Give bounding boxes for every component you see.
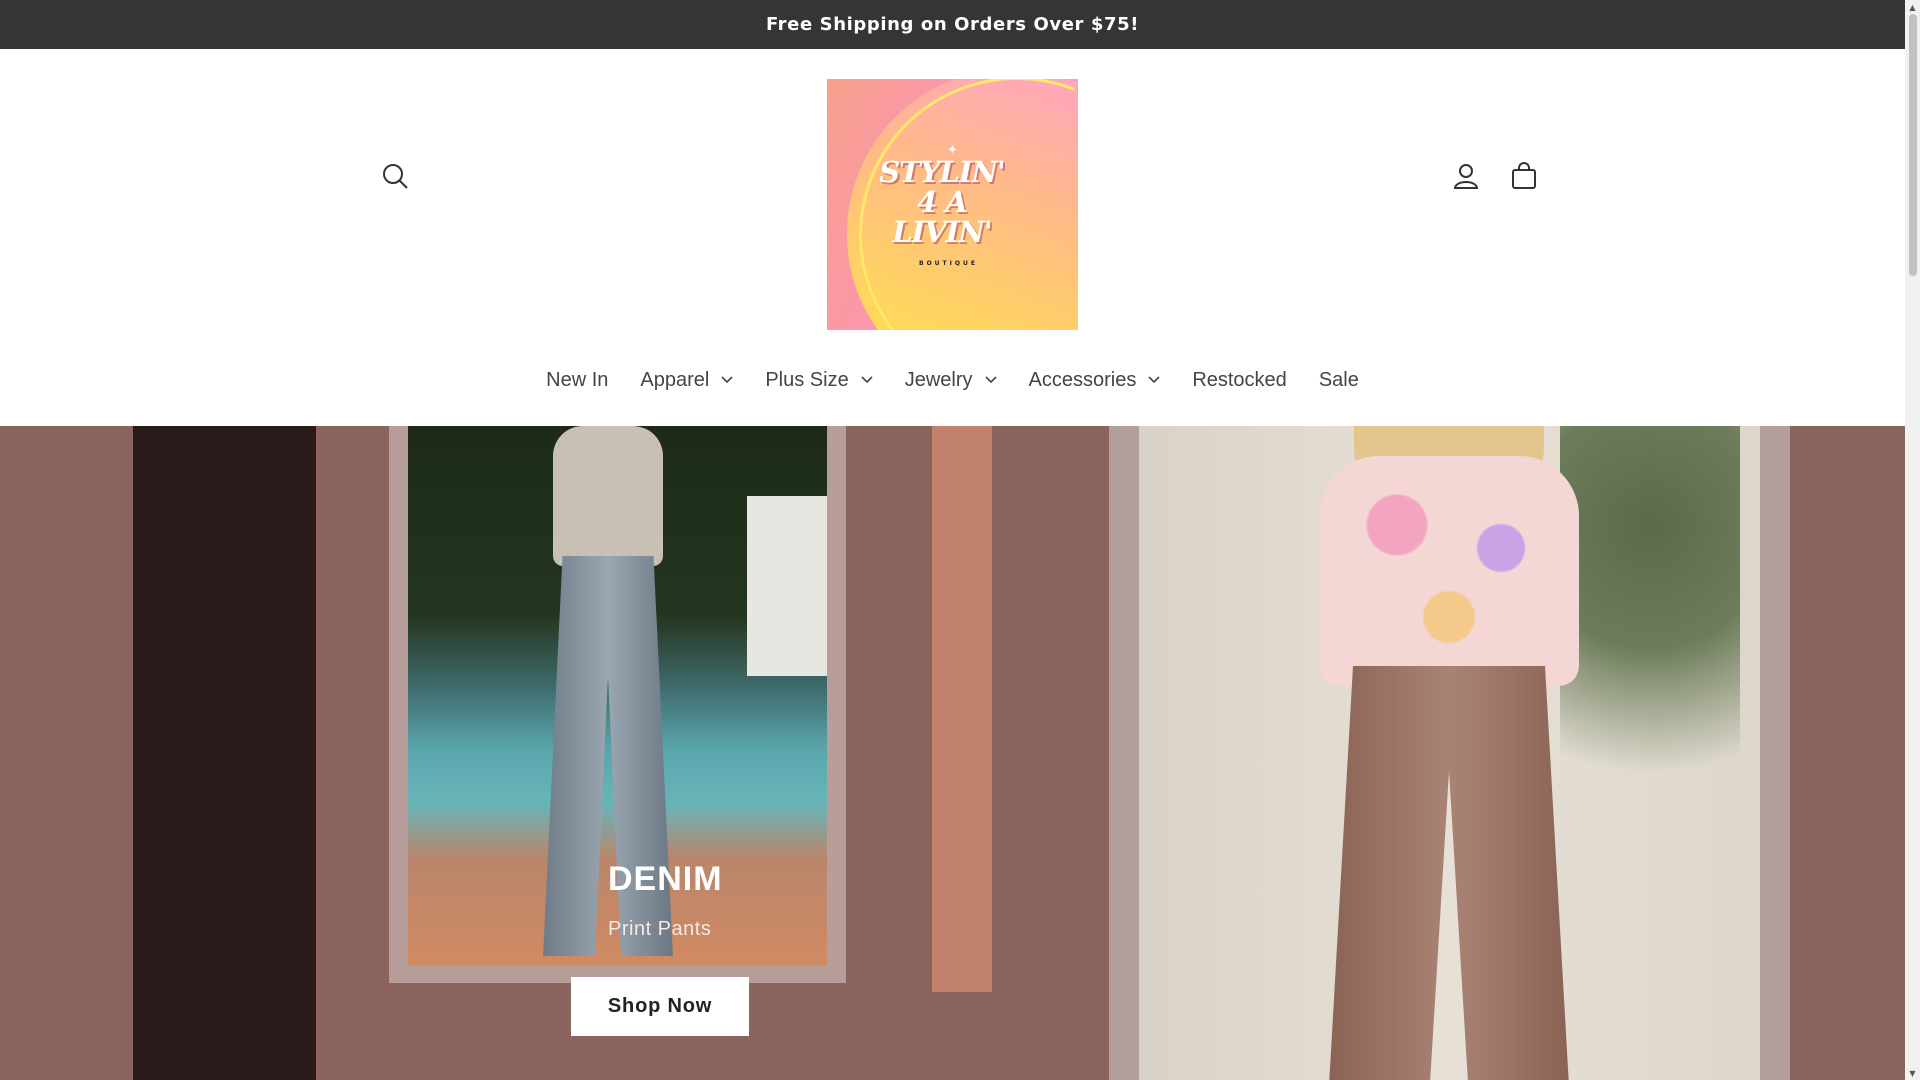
nav-item-sale[interactable]: Sale <box>1303 358 1375 402</box>
hero-subheading: Print Pants <box>608 918 712 940</box>
decorative-stripe-rose <box>932 426 992 992</box>
cart-button[interactable] <box>1502 154 1546 198</box>
logo-text: STYLIN' 4 A LIVIN' <box>879 155 1006 249</box>
hero-heading: DENIM <box>608 860 723 898</box>
scroll-up-icon[interactable]: ▲ <box>1907 2 1918 12</box>
decorative-stripe-dark <box>133 426 316 1080</box>
chevron-down-icon <box>1148 376 1160 384</box>
brand-logo[interactable]: ✦ STYLIN' 4 A LIVIN' BOUTIQUE <box>827 79 1078 330</box>
chevron-down-icon <box>721 376 733 384</box>
nav-item-new-in[interactable]: New In <box>530 358 624 402</box>
logo-tagline: BOUTIQUE <box>919 260 978 267</box>
scrollbar-thumb[interactable] <box>1909 14 1917 276</box>
cart-icon <box>1512 162 1536 189</box>
hero-banner <box>0 426 1905 1080</box>
nav-item-plus-size[interactable]: Plus Size <box>749 358 888 402</box>
nav-item-accessories[interactable]: Accessories <box>1013 358 1177 402</box>
chevron-down-icon <box>984 376 997 384</box>
chevron-down-icon <box>861 376 873 384</box>
announcement-text: Free Shipping on Orders Over $75! <box>765 14 1140 35</box>
account-icon <box>1453 164 1479 189</box>
nav-item-jewelry[interactable]: Jewelry <box>889 358 1013 402</box>
nav-item-restocked[interactable]: Restocked <box>1176 358 1303 402</box>
page-scrollbar[interactable]: ▲ ▼ <box>1905 0 1920 1080</box>
scroll-down-icon[interactable]: ▼ <box>1907 1068 1918 1078</box>
shop-now-button[interactable]: Shop Now <box>571 977 749 1036</box>
nav-item-apparel[interactable]: Apparel <box>624 358 749 402</box>
search-icon <box>383 164 408 189</box>
search-button[interactable] <box>373 154 417 198</box>
main-navigation: New In Apparel Plus Size Jewelry Accesso… <box>0 352 1905 408</box>
announcement-bar: Free Shipping on Orders Over $75! <box>0 0 1905 49</box>
account-button[interactable] <box>1444 154 1488 198</box>
hero-image-print-pants[interactable] <box>1139 426 1760 1080</box>
